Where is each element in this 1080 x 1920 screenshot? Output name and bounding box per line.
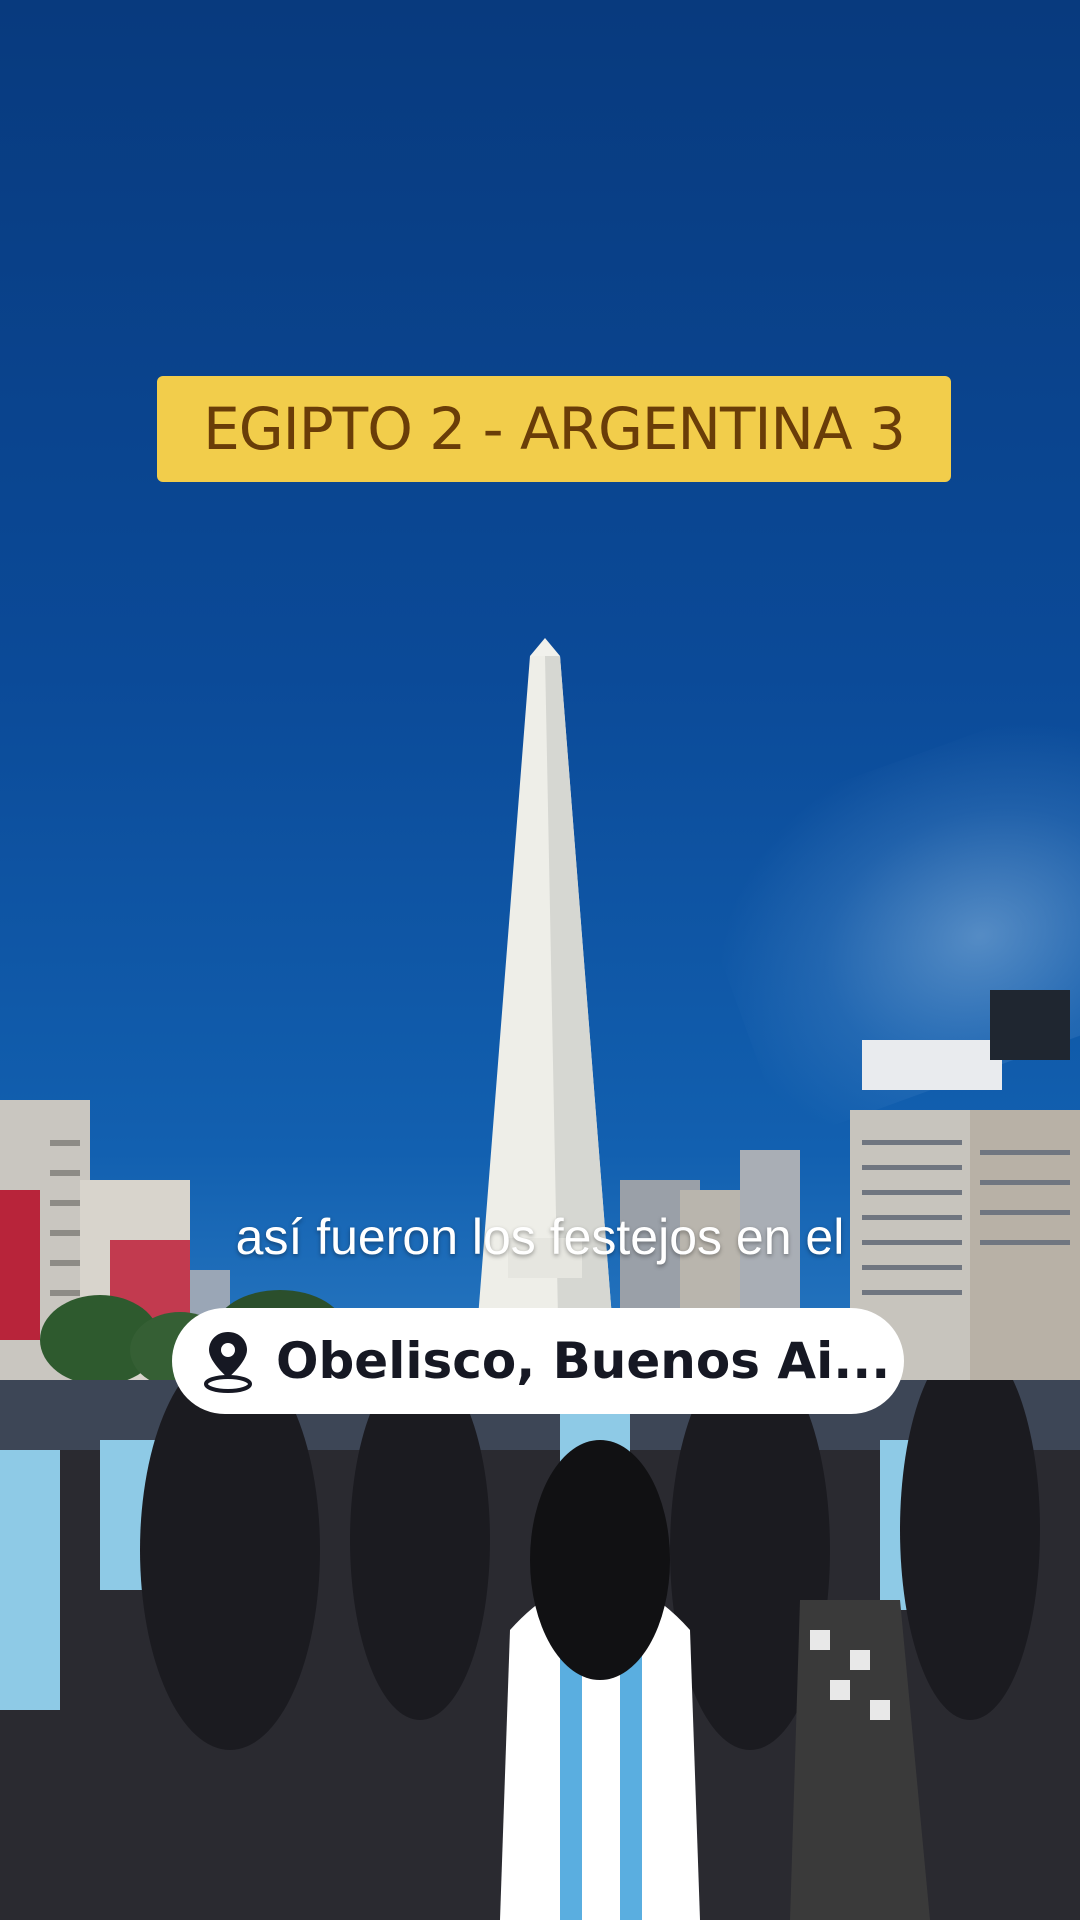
caption-text: así fueron los festejos en el (235, 1209, 845, 1265)
score-banner: EGIPTO 2 - ARGENTINA 3 (157, 376, 951, 482)
score-text: EGIPTO 2 - ARGENTINA 3 (203, 395, 906, 463)
crowd (0, 1380, 1080, 1920)
location-text: Obelisco, Buenos Ai... (276, 1332, 891, 1390)
video-frame[interactable]: EGIPTO 2 - ARGENTINA 3 así fueron los fe… (0, 0, 1080, 1920)
location-tag[interactable]: Obelisco, Buenos Ai... (172, 1308, 904, 1414)
location-pin-icon (204, 1332, 252, 1393)
